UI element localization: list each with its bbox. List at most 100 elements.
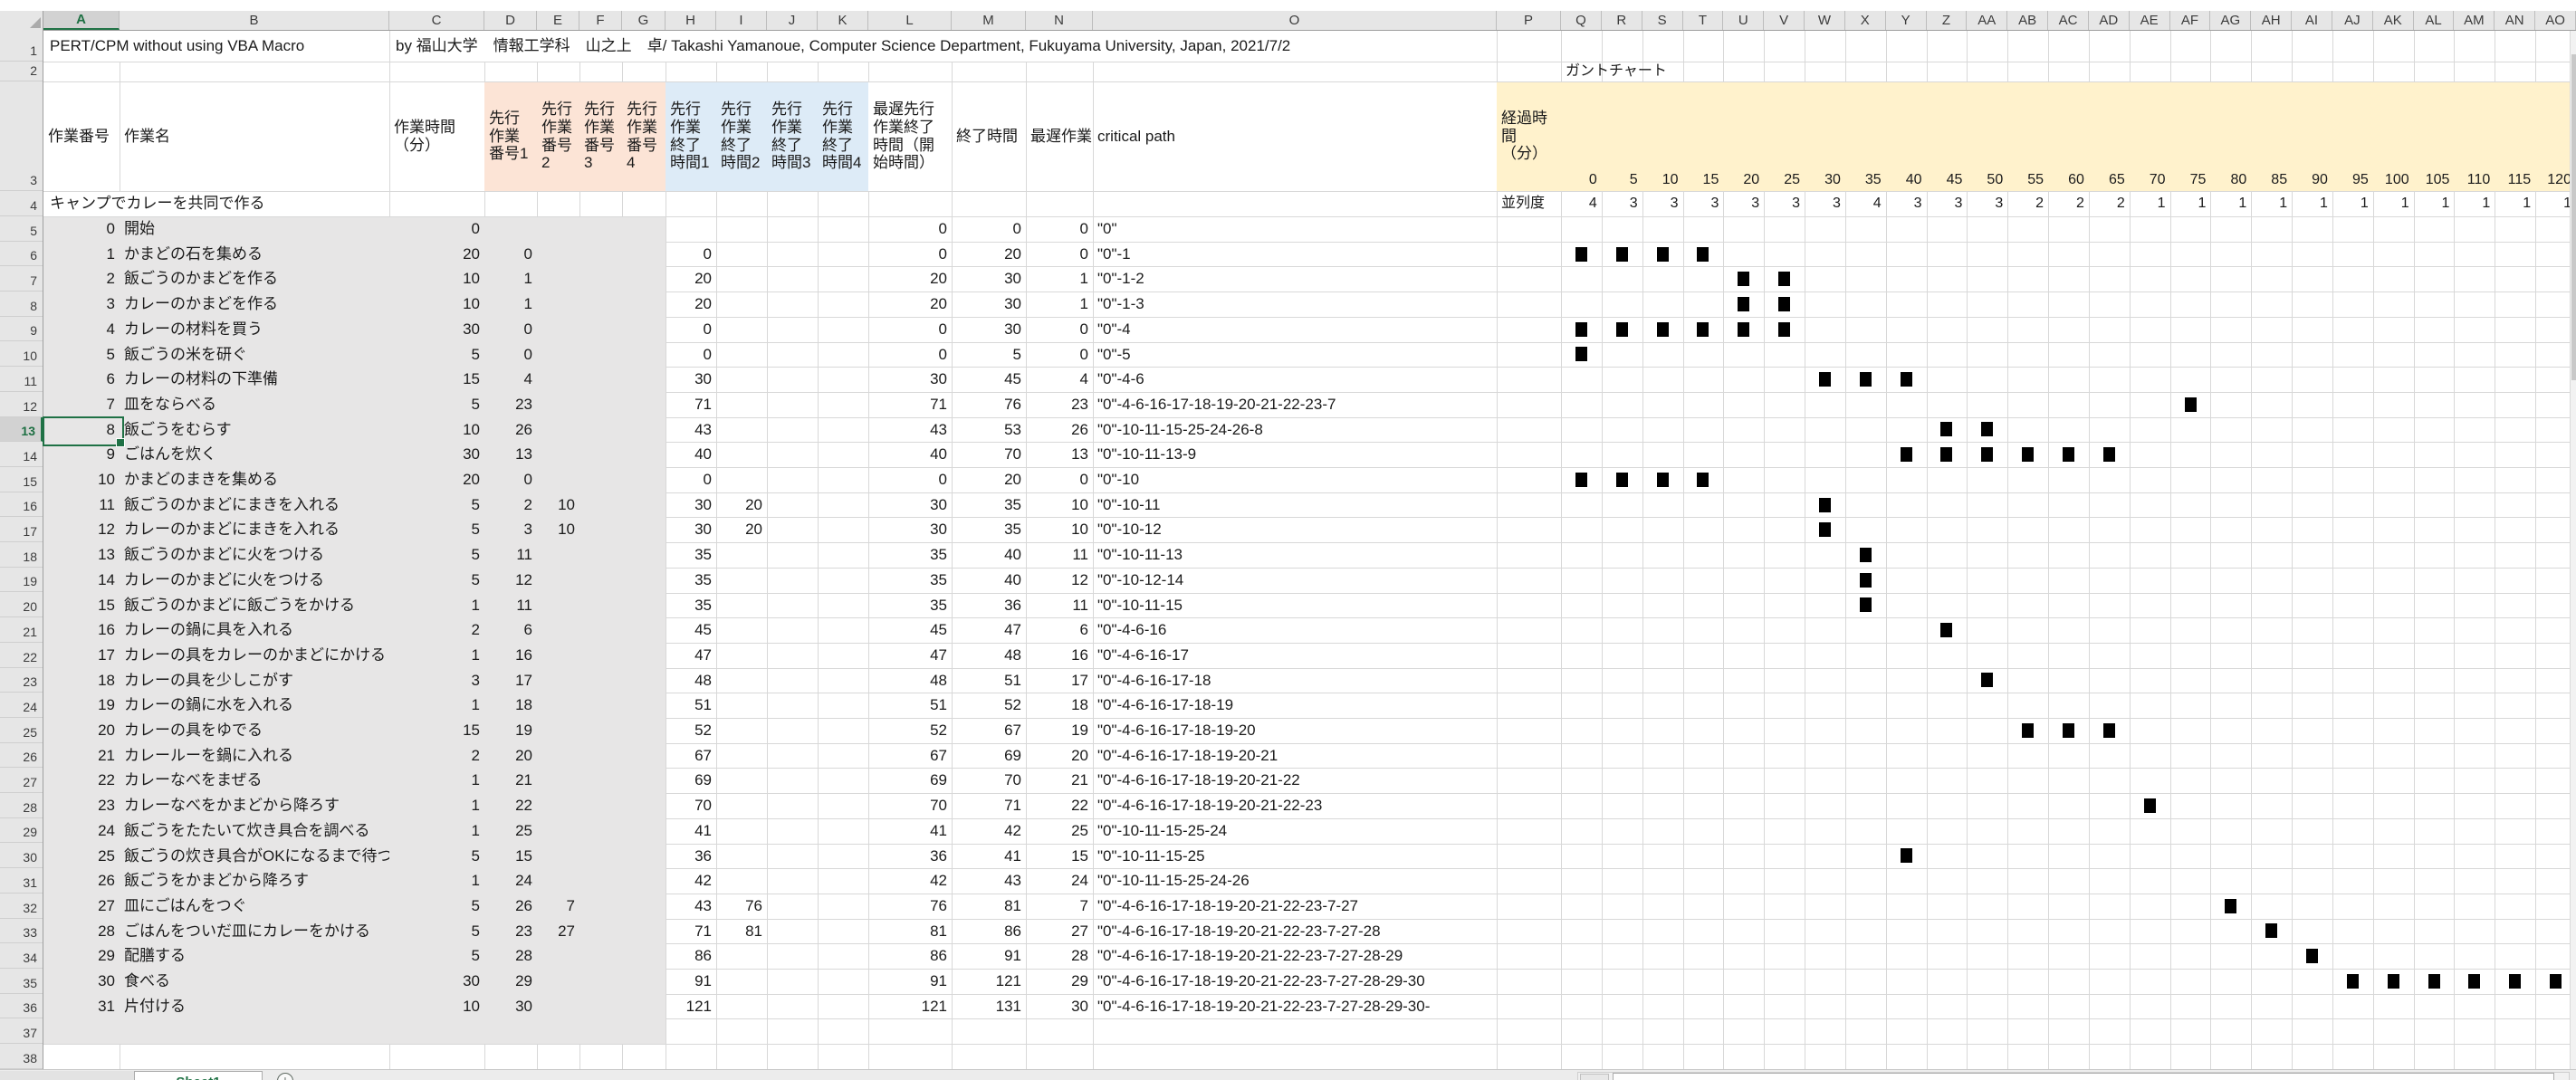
cell-finish-7[interactable]: 30 xyxy=(952,266,1026,292)
cell-task-id-32[interactable]: 27 xyxy=(43,894,120,919)
cell-critical-path-8[interactable]: "0"-1-3 xyxy=(1093,292,1497,317)
cell-task-id-18[interactable]: 13 xyxy=(43,542,120,568)
cell-critical-path-26[interactable]: "0"-4-6-16-17-18-19-20-21 xyxy=(1093,743,1497,769)
cell-pred1-19[interactable]: 12 xyxy=(484,568,537,593)
selection-fill-handle[interactable] xyxy=(116,438,125,447)
column-header-T[interactable]: T xyxy=(1683,11,1724,30)
gantt-bar-task20-t60[interactable] xyxy=(2063,723,2074,738)
cell-latest-task-13[interactable]: 26 xyxy=(1026,417,1093,443)
cell-finish-32[interactable]: 81 xyxy=(952,894,1026,919)
row-header-30[interactable]: 30 xyxy=(0,844,43,869)
cell-latest-start-20[interactable]: 35 xyxy=(868,593,952,618)
cell-pred-end1-13[interactable]: 43 xyxy=(666,417,716,443)
cell-critical-path-23[interactable]: "0"-4-6-16-17-18 xyxy=(1093,668,1497,693)
cell-task-id-20[interactable]: 15 xyxy=(43,593,120,618)
row-header-1[interactable]: 1 xyxy=(0,31,43,62)
row-header-8[interactable]: 8 xyxy=(0,292,43,317)
cell-duration-11[interactable]: 15 xyxy=(389,367,484,392)
cell-pred-end1-32[interactable]: 43 xyxy=(666,894,716,919)
cell-latest-task-25[interactable]: 19 xyxy=(1026,718,1093,743)
row-header-10[interactable]: 10 xyxy=(0,342,43,368)
cell-latest-task-33[interactable]: 27 xyxy=(1026,919,1093,944)
row-header-9[interactable]: 9 xyxy=(0,317,43,342)
cell-task-id-7[interactable]: 2 xyxy=(43,266,120,292)
column-header-AN[interactable]: AN xyxy=(2495,11,2535,30)
cell-pred-end1-27[interactable]: 69 xyxy=(666,768,716,793)
cell-finish-16[interactable]: 35 xyxy=(952,492,1026,518)
gantt-bar-task27-t80[interactable] xyxy=(2225,899,2236,913)
cell-task-id-24[interactable]: 19 xyxy=(43,693,120,718)
cell-pred1-31[interactable]: 24 xyxy=(484,868,537,894)
cell-latest-task-11[interactable]: 4 xyxy=(1026,367,1093,392)
row-header-15[interactable]: 15 xyxy=(0,467,43,492)
cell-duration-17[interactable]: 5 xyxy=(389,517,484,542)
column-header-AD[interactable]: AD xyxy=(2089,11,2130,30)
cell-latest-task-31[interactable]: 24 xyxy=(1026,868,1093,894)
gantt-bar-task2-t20[interactable] xyxy=(1738,272,1749,286)
row-header-18[interactable]: 18 xyxy=(0,542,43,568)
gantt-bar-task4-t15[interactable] xyxy=(1697,322,1709,337)
column-header-P[interactable]: P xyxy=(1497,11,1561,30)
column-header-V[interactable]: V xyxy=(1764,11,1805,30)
cell-finish-25[interactable]: 67 xyxy=(952,718,1026,743)
row-header-32[interactable]: 32 xyxy=(0,894,43,919)
cell-pred-end1-36[interactable]: 121 xyxy=(666,994,716,1019)
header-pred-end-2[interactable]: 先行 作業 終了 時間2 xyxy=(716,81,767,191)
vertical-scrollbar-thumb[interactable] xyxy=(2571,54,2576,380)
cell-duration-7[interactable]: 10 xyxy=(389,266,484,292)
cell-latest-start-30[interactable]: 36 xyxy=(868,844,952,869)
column-header-X[interactable]: X xyxy=(1845,11,1886,30)
cell-task-id-6[interactable]: 1 xyxy=(43,242,120,267)
cell-duration-10[interactable]: 5 xyxy=(389,342,484,368)
cell-pred1-16[interactable]: 2 xyxy=(484,492,537,518)
cell-latest-task-15[interactable]: 0 xyxy=(1026,467,1093,492)
cell-latest-task-23[interactable]: 17 xyxy=(1026,668,1093,693)
column-header-U[interactable]: U xyxy=(1723,11,1764,30)
cell-finish-26[interactable]: 69 xyxy=(952,743,1026,769)
cell-task-id-5[interactable]: 0 xyxy=(43,216,120,242)
cell-pred2-17[interactable]: 10 xyxy=(537,517,579,542)
cell-latest-task-34[interactable]: 28 xyxy=(1026,943,1093,969)
cell-pred-end1-34[interactable]: 86 xyxy=(666,943,716,969)
cell-task-id-29[interactable]: 24 xyxy=(43,818,120,844)
header-task-id[interactable]: 作業番号 xyxy=(43,81,120,191)
cell-latest-task-26[interactable]: 20 xyxy=(1026,743,1093,769)
cell-latest-start-10[interactable]: 0 xyxy=(868,342,952,368)
gantt-bar-task4-t10[interactable] xyxy=(1657,322,1669,337)
cell-latest-task-10[interactable]: 0 xyxy=(1026,342,1093,368)
gantt-bar-task23-t70[interactable] xyxy=(2144,798,2156,813)
cell-task-name-20[interactable]: 飯ごうのかまどに飯ごうをかける xyxy=(120,593,389,618)
row-header-3[interactable]: 3 xyxy=(0,81,43,191)
cell-critical-path-27[interactable]: "0"-4-6-16-17-18-19-20-21-22 xyxy=(1093,768,1497,793)
gantt-bar-task30-t120[interactable] xyxy=(2550,974,2562,989)
gantt-bar-task3-t20[interactable] xyxy=(1738,297,1749,311)
cell-finish-5[interactable]: 0 xyxy=(952,216,1026,242)
row-header-29[interactable]: 29 xyxy=(0,818,43,844)
row-header-20[interactable]: 20 xyxy=(0,593,43,618)
cell-task-name-6[interactable]: かまどの石を集める xyxy=(120,242,389,267)
cell-duration-15[interactable]: 20 xyxy=(389,467,484,492)
cell-pred-end1-16[interactable]: 30 xyxy=(666,492,716,518)
cell-duration-5[interactable]: 0 xyxy=(389,216,484,242)
cell-critical-path-31[interactable]: "0"-10-11-15-25-24-26 xyxy=(1093,868,1497,894)
row-header-6[interactable]: 6 xyxy=(0,242,43,267)
cell-task-id-23[interactable]: 18 xyxy=(43,668,120,693)
cell-task-name-30[interactable]: 飯ごうの炊き具合がOKになるまで待つ xyxy=(120,844,389,869)
cell-finish-21[interactable]: 47 xyxy=(952,617,1026,643)
header-finish-time[interactable]: 終了時間 xyxy=(952,81,1026,191)
selected-cell-outline[interactable] xyxy=(43,416,124,447)
cell-duration-14[interactable]: 30 xyxy=(389,442,484,467)
cell-task-name-23[interactable]: カレーの具を少しこがす xyxy=(120,668,389,693)
cell-task-name-17[interactable]: カレーのかまどにまきを入れる xyxy=(120,517,389,542)
cell-pred-end1-8[interactable]: 20 xyxy=(666,292,716,317)
cell-task-name-32[interactable]: 皿にごはんをつぐ xyxy=(120,894,389,919)
cell-duration-32[interactable]: 5 xyxy=(389,894,484,919)
cell-critical-path-24[interactable]: "0"-4-6-16-17-18-19 xyxy=(1093,693,1497,718)
cell-finish-20[interactable]: 36 xyxy=(952,593,1026,618)
column-header-G[interactable]: G xyxy=(622,11,666,30)
cell-pred2-33[interactable]: 27 xyxy=(537,919,579,944)
add-sheet-icon[interactable]: + xyxy=(277,1073,293,1080)
cell-finish-24[interactable]: 52 xyxy=(952,693,1026,718)
header-pred-end-3[interactable]: 先行 作業 終了 時間3 xyxy=(767,81,818,191)
gantt-bar-task9-t45[interactable] xyxy=(1940,447,1952,462)
